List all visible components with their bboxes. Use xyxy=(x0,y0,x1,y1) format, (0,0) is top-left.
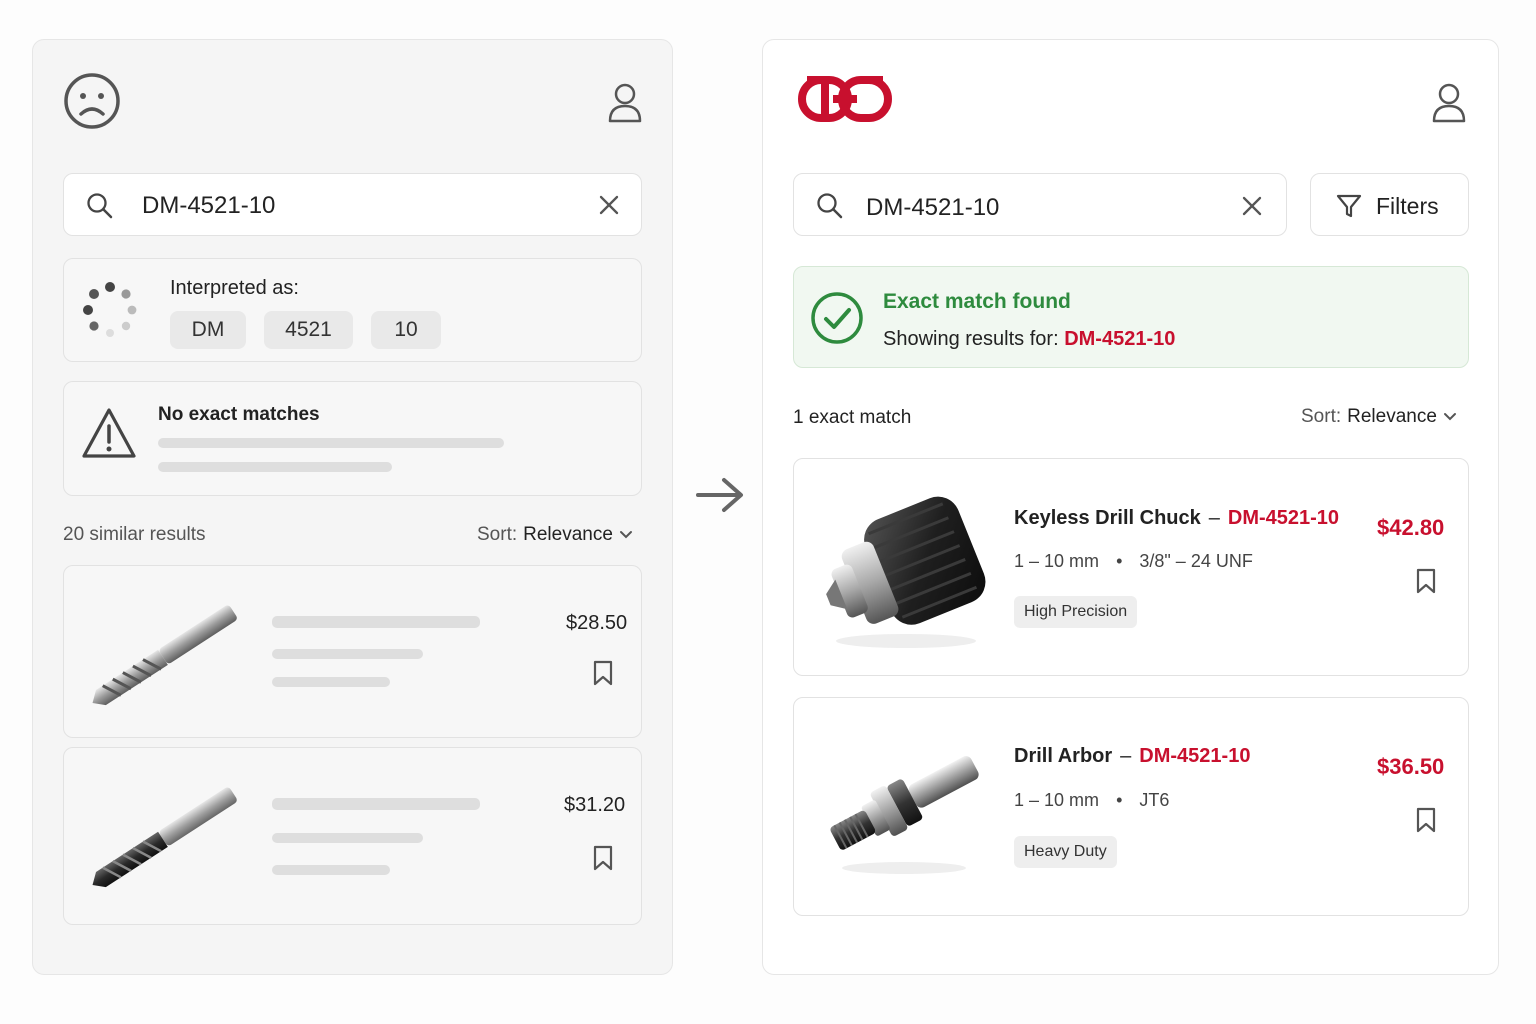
warning-title: No exact matches xyxy=(158,404,320,425)
search-icon xyxy=(87,193,113,219)
sad-face-icon xyxy=(64,73,120,129)
exact-match-banner: Exact match found Showing results for: D… xyxy=(793,266,1469,368)
interpreted-label: Interpreted as: xyxy=(170,277,299,299)
placeholder-line xyxy=(272,798,480,810)
drill-bit-image xyxy=(92,605,237,706)
product-tag: High Precision xyxy=(1014,596,1138,628)
placeholder-line xyxy=(158,438,504,448)
product-title: Keyless Drill Chuck – DM-4521-10 xyxy=(1014,507,1339,530)
search-bar[interactable]: DM-4521-10 xyxy=(63,173,642,236)
spec-range: 1 – 10 mm xyxy=(1014,790,1100,810)
results-count: 20 similar results xyxy=(63,524,206,545)
clear-icon[interactable] xyxy=(599,195,619,215)
token-chip: DM xyxy=(170,311,246,349)
drill-chuck-image xyxy=(826,496,986,648)
placeholder-line xyxy=(158,462,392,472)
product-sku: DM-4521-10 xyxy=(1227,507,1340,529)
warning-card: No exact matches xyxy=(63,381,642,496)
placeholder-line xyxy=(272,833,423,843)
product-card[interactable]: Drill Arbor – DM-4521-10 1 – 10 mm • JT6 H… xyxy=(793,697,1469,916)
bookmark-icon[interactable] xyxy=(592,844,614,872)
search-input[interactable]: DM-4521-10 xyxy=(866,194,999,222)
search-icon xyxy=(817,193,843,219)
banner-subtitle-prefix: Showing results for: xyxy=(883,328,1059,350)
banner-subtitle: Showing results for: DM-4521-10 xyxy=(883,328,1175,351)
arrow-right-icon xyxy=(696,478,743,512)
spec-range: 1 – 10 mm xyxy=(1014,551,1100,571)
product-specs: 1 – 10 mm • 3/8" – 24 UNF xyxy=(1014,551,1253,572)
sort-dropdown[interactable]: Sort: Relevance xyxy=(1301,406,1457,428)
placeholder-line xyxy=(272,616,480,628)
token-chip: 4521 xyxy=(264,311,353,349)
price: $31.20 xyxy=(564,794,626,816)
token-chip: 10 xyxy=(371,311,441,349)
product-name: Keyless Drill Chuck xyxy=(1014,507,1201,529)
sort-label: Sort: xyxy=(477,524,518,545)
interpretation-card: Interpreted as: DM 4521 10 xyxy=(63,258,642,362)
user-icon[interactable] xyxy=(607,82,643,124)
user-icon[interactable] xyxy=(1431,82,1467,124)
bookmark-icon[interactable] xyxy=(1415,806,1437,834)
product-name: Drill Arbor xyxy=(1014,745,1113,767)
filter-icon xyxy=(1336,194,1362,218)
spec-bullet: • xyxy=(1116,790,1123,810)
spec-taper: JT6 xyxy=(1139,790,1170,810)
product-sku: DM-4521-10 xyxy=(1139,745,1251,767)
search-input[interactable]: DM-4521-10 xyxy=(142,192,275,220)
sort-dropdown[interactable]: Sort: Relevance xyxy=(477,524,633,546)
placeholder-line xyxy=(272,865,390,875)
before-panel: DM-4521-10 Interpreted as: DM 4521 10 No… xyxy=(32,39,673,975)
product-card[interactable]: Keyless Drill Chuck – DM-4521-10 1 – 10 mm… xyxy=(793,458,1469,676)
price: $28.50 xyxy=(566,612,628,634)
spec-thread: 3/8" – 24 UNF xyxy=(1139,551,1253,571)
after-panel: DM-4521-10 Filters Exact match found Sho… xyxy=(762,39,1499,975)
placeholder-line xyxy=(272,649,423,659)
title-separator: – xyxy=(1120,745,1132,767)
drill-arbor-image xyxy=(830,756,979,874)
filters-label: Filters xyxy=(1376,193,1439,219)
product-tag: Heavy Duty xyxy=(1014,836,1117,868)
results-count: 1 exact match xyxy=(793,407,912,428)
chevron-down-icon xyxy=(1443,413,1456,421)
drill-bit-image xyxy=(92,787,237,888)
loading-spinner-icon xyxy=(83,282,137,337)
result-card[interactable]: $28.50 xyxy=(63,565,642,738)
sort-value: Relevance xyxy=(523,524,613,545)
bookmark-icon[interactable] xyxy=(592,659,614,687)
bookmark-icon[interactable] xyxy=(1415,567,1437,595)
sort-label: Sort: xyxy=(1301,406,1342,427)
product-title: Drill Arbor – DM-4521-10 xyxy=(1014,745,1250,768)
result-card[interactable]: $31.20 xyxy=(63,747,642,925)
title-separator: – xyxy=(1208,507,1220,529)
sort-value: Relevance xyxy=(1347,406,1437,427)
filters-button[interactable]: Filters xyxy=(1310,173,1469,236)
placeholder-line xyxy=(272,677,390,687)
warning-icon xyxy=(82,408,136,458)
check-circle-icon xyxy=(811,292,863,344)
search-bar[interactable]: DM-4521-10 xyxy=(793,173,1287,236)
spec-bullet: • xyxy=(1116,551,1123,571)
chevron-down-icon xyxy=(619,531,632,539)
product-price: $36.50 xyxy=(1377,754,1445,779)
brand-logo xyxy=(798,76,892,122)
product-price: $42.80 xyxy=(1377,515,1445,540)
product-specs: 1 – 10 mm • JT6 xyxy=(1014,790,1169,811)
clear-icon[interactable] xyxy=(1242,196,1262,216)
banner-query: DM-4521-10 xyxy=(1064,328,1176,350)
banner-title: Exact match found xyxy=(883,290,1071,313)
